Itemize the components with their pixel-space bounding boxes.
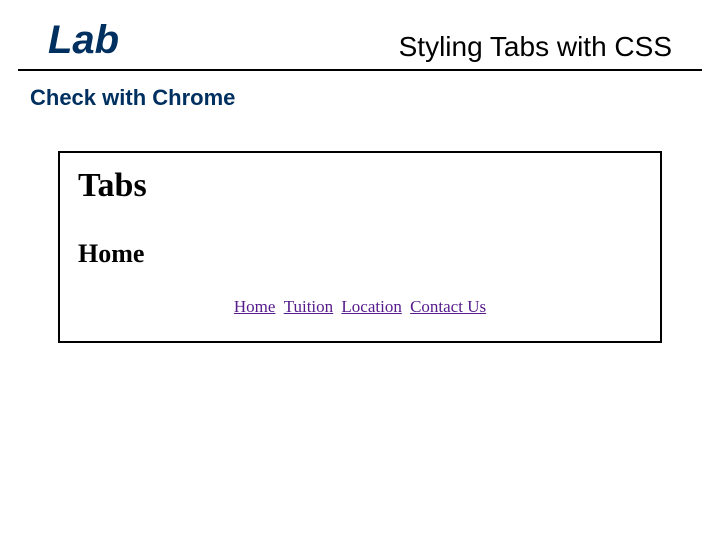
slide-subtitle: Check with Chrome: [30, 85, 720, 111]
nav-link-contact-us[interactable]: Contact Us: [410, 297, 486, 316]
slide-header: Lab Styling Tabs with CSS: [18, 0, 702, 71]
browser-screenshot-frame: Tabs Home Home Tuition Location Contact …: [58, 151, 662, 343]
slide-title: Styling Tabs with CSS: [399, 31, 672, 63]
nav-link-tuition[interactable]: Tuition: [284, 297, 333, 316]
lab-label: Lab: [48, 18, 119, 63]
page-heading-home: Home: [78, 239, 642, 269]
nav-link-location[interactable]: Location: [341, 297, 401, 316]
nav-links-row: Home Tuition Location Contact Us: [78, 297, 642, 317]
nav-link-home[interactable]: Home: [234, 297, 276, 316]
page-heading-tabs: Tabs: [78, 167, 642, 205]
